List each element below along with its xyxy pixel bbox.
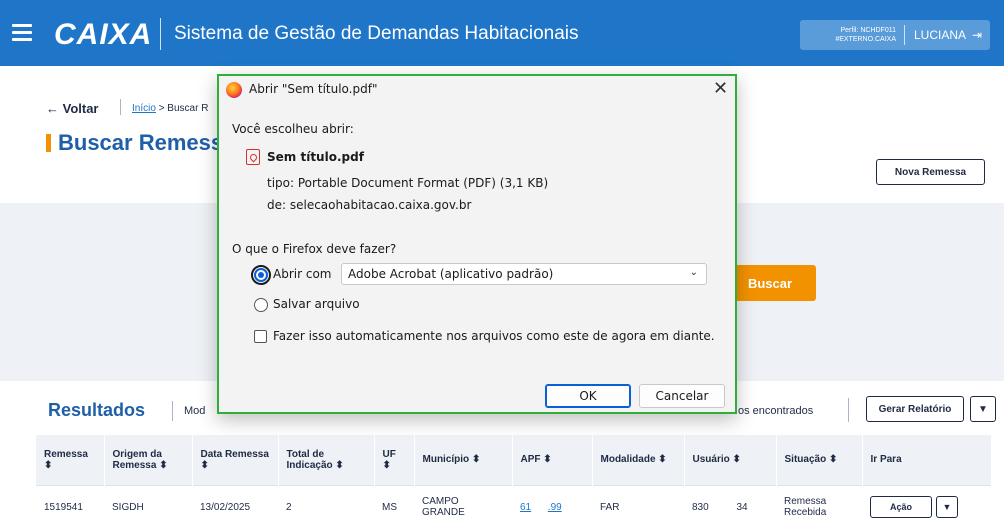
col-uf[interactable]: UF ⬍ bbox=[374, 435, 415, 485]
application-select-value: Adobe Acrobat (aplicativo padrão) bbox=[348, 267, 554, 281]
close-icon[interactable]: ✕ bbox=[713, 78, 728, 99]
cell-situacao: Remessa Recebida bbox=[776, 484, 862, 524]
table-row: 1519541 SIGDH 13/02/2025 2 MS CAMPO GRAN… bbox=[36, 484, 992, 524]
cell-ir-para: Ação ▼ bbox=[862, 484, 992, 524]
cell-data: 13/02/2025 bbox=[192, 484, 278, 524]
usuario-part-b: 34 bbox=[736, 501, 748, 513]
cell-apf: 61 .99 bbox=[512, 484, 592, 524]
cancel-button[interactable]: Cancelar bbox=[639, 384, 725, 408]
file-type: tipo: Portable Document Format (PDF) (3,… bbox=[267, 176, 549, 190]
results-table: Remessa ⬍ Origem da Remessa ⬍ Data Remes… bbox=[36, 435, 992, 524]
breadcrumb: Início > Buscar R bbox=[132, 103, 208, 114]
caixa-logo[interactable]: CAIXA bbox=[54, 18, 152, 52]
chose-label: Você escolheu abrir: bbox=[232, 122, 354, 136]
breadcrumb-divider bbox=[120, 99, 121, 115]
dialog-title: Abrir "Sem título.pdf" bbox=[249, 82, 378, 96]
profile-line1: Perfil: NCHDF011 bbox=[840, 27, 897, 34]
cell-modalidade: FAR bbox=[592, 484, 684, 524]
back-link[interactable]: ← Voltar bbox=[46, 101, 99, 116]
cell-remessa: 1519541 bbox=[36, 484, 104, 524]
file-name: Sem título.pdf bbox=[267, 150, 364, 164]
pdf-file-icon bbox=[246, 149, 260, 165]
col-ir-para: Ir Para bbox=[862, 435, 992, 485]
chevron-down-icon: ⌄ bbox=[689, 267, 698, 278]
apf-link-a[interactable]: 61 bbox=[520, 502, 531, 513]
usuario-part-a: 830 bbox=[692, 501, 709, 513]
auto-action-label[interactable]: Fazer isso automaticamente nos arquivos … bbox=[273, 329, 715, 343]
firefox-icon bbox=[226, 82, 242, 98]
open-with-radio[interactable] bbox=[251, 265, 271, 285]
report-divider bbox=[848, 398, 849, 422]
action-question: O que o Firefox deve fazer? bbox=[232, 242, 397, 256]
ok-button[interactable]: OK bbox=[545, 384, 631, 408]
mode-label: Mod bbox=[184, 405, 206, 417]
cell-origem: SIGDH bbox=[104, 484, 192, 524]
breadcrumb-home[interactable]: Início bbox=[132, 103, 156, 114]
logo-divider bbox=[160, 18, 161, 50]
col-municipio[interactable]: Município ⬍ bbox=[414, 435, 513, 485]
profile-line2: #EXTERNO.CAIXA bbox=[835, 36, 896, 43]
generate-report-button[interactable]: Gerar Relatório bbox=[866, 396, 964, 422]
cell-uf: MS bbox=[374, 484, 414, 524]
search-button[interactable]: Buscar bbox=[724, 265, 816, 301]
results-title: Resultados bbox=[48, 400, 146, 420]
open-file-dialog: Abrir "Sem título.pdf" ✕ Você escolheu a… bbox=[217, 74, 737, 414]
profile-info: Perfil: NCHDF011 #EXTERNO.CAIXA bbox=[808, 26, 896, 44]
cell-usuario: 830 34 bbox=[684, 484, 776, 524]
save-file-label[interactable]: Salvar arquivo bbox=[273, 297, 360, 311]
open-with-label[interactable]: Abrir com bbox=[273, 267, 331, 281]
col-situacao[interactable]: Situação ⬍ bbox=[776, 435, 863, 485]
user-name[interactable]: LUCIANA bbox=[914, 28, 966, 42]
col-usuario[interactable]: Usuário ⬍ bbox=[684, 435, 777, 485]
action-button[interactable]: Ação bbox=[870, 496, 932, 519]
report-dropdown-button[interactable]: ▼ bbox=[970, 396, 996, 422]
dialog-titlebar: Abrir "Sem título.pdf" ✕ bbox=[219, 76, 735, 102]
table-header-row: Remessa ⬍ Origem da Remessa ⬍ Data Remes… bbox=[36, 435, 992, 485]
action-dropdown-button[interactable]: ▼ bbox=[936, 496, 958, 519]
user-box: Perfil: NCHDF011 #EXTERNO.CAIXA LUCIANA … bbox=[800, 20, 990, 50]
results-divider bbox=[172, 401, 173, 421]
cell-municipio: CAMPO GRANDE bbox=[414, 484, 512, 524]
page-title: Buscar Remess bbox=[58, 130, 224, 155]
new-remessa-button[interactable]: Nova Remessa bbox=[876, 159, 985, 185]
col-origem[interactable]: Origem da Remessa ⬍ bbox=[104, 435, 193, 485]
cell-total: 2 bbox=[278, 484, 374, 524]
col-apf[interactable]: APF ⬍ bbox=[512, 435, 593, 485]
auto-action-checkbox[interactable] bbox=[254, 330, 267, 343]
col-remessa[interactable]: Remessa ⬍ bbox=[36, 435, 105, 485]
found-count-label: os encontrados bbox=[738, 405, 814, 417]
application-select[interactable]: Adobe Acrobat (aplicativo padrão) ⌄ bbox=[341, 263, 707, 285]
title-accent bbox=[46, 134, 51, 152]
top-bar: CAIXA Sistema de Gestão de Demandas Habi… bbox=[0, 0, 1004, 66]
user-divider bbox=[904, 25, 905, 45]
col-data[interactable]: Data Remessa ⬍ bbox=[192, 435, 279, 485]
apf-link-b[interactable]: .99 bbox=[548, 502, 562, 513]
col-modalidade[interactable]: Modalidade ⬍ bbox=[592, 435, 685, 485]
dialog-window: Abrir "Sem título.pdf" ✕ Você escolheu a… bbox=[219, 76, 735, 412]
col-total[interactable]: Total de Indicação ⬍ bbox=[278, 435, 375, 485]
menu-icon[interactable] bbox=[12, 24, 32, 42]
app-title: Sistema de Gestão de Demandas Habitacion… bbox=[174, 23, 579, 44]
file-source: de: selecaohabitacao.caixa.gov.br bbox=[267, 198, 472, 212]
save-file-radio[interactable] bbox=[254, 298, 268, 312]
dialog-body: Você escolheu abrir: Sem título.pdf tipo… bbox=[219, 102, 735, 412]
logout-icon[interactable]: ⇥ bbox=[972, 28, 982, 42]
breadcrumb-current: > Buscar R bbox=[158, 103, 209, 114]
